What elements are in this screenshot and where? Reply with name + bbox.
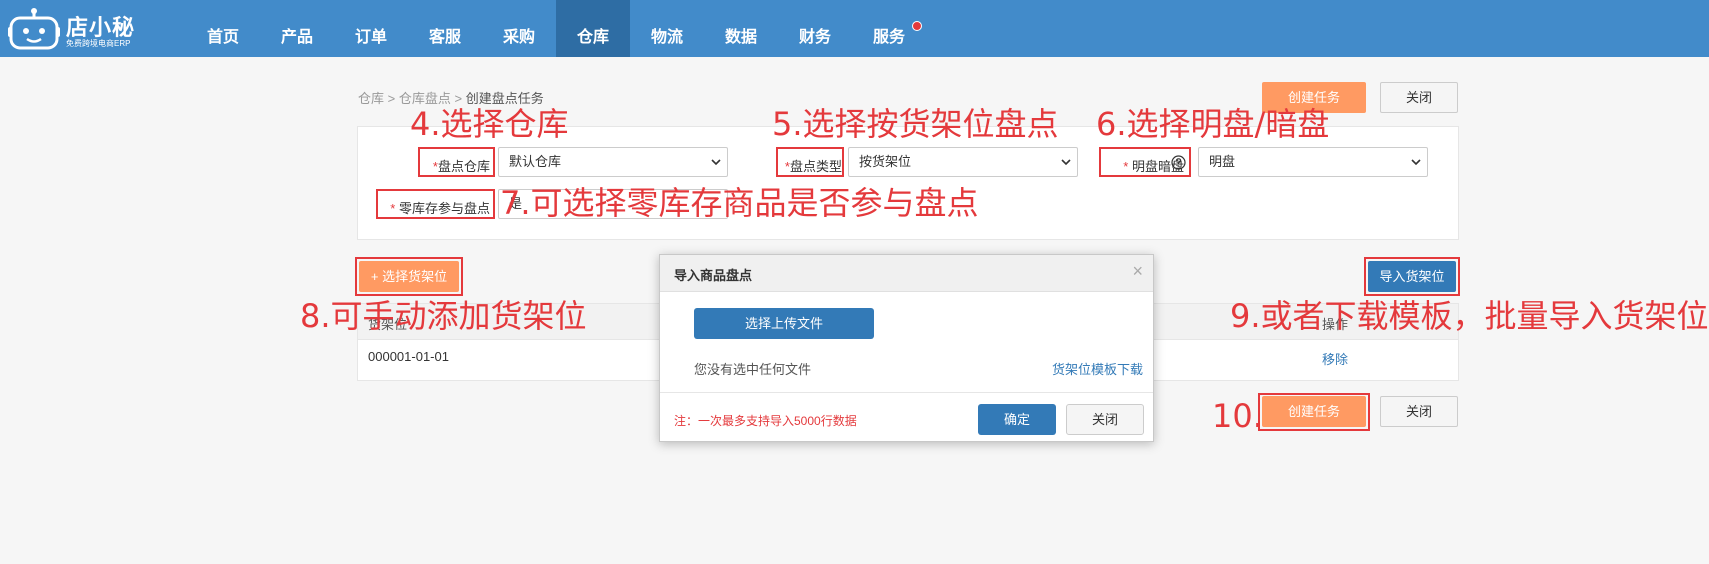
annotation-step-6: 6.选择明盘/暗盘 [1096,105,1330,143]
breadcrumb-separator: > [384,91,399,106]
nav-item-warehouse[interactable]: 仓库 [556,0,630,57]
annotation-step-10: 10. [1212,397,1263,435]
warehouse-select[interactable]: 默认仓库 [498,147,728,177]
annotation-step-7: 7.可选择零库存商品是否参与盘点 [500,184,979,222]
chevron-down-icon [1061,159,1071,166]
nav-item-logistics[interactable]: 物流 [630,0,704,57]
nav-label: 财务 [798,29,831,46]
breadcrumb-current: 创建盘点任务 [465,91,544,106]
breadcrumb-warehouse[interactable]: 仓库 [358,91,384,106]
choose-file-button[interactable]: 选择上传文件 [694,308,874,339]
nav-label: 采购 [502,29,535,46]
nav-label: 物流 [650,29,683,46]
stocktake-type-select[interactable]: 按货架位 [848,147,1078,177]
robot-logo-icon [8,8,60,50]
import-modal: 导入商品盘点 × 选择上传文件 您没有选中任何文件 货架位模板下载 注：一次最多… [659,254,1154,442]
highlight-type-label [776,147,844,177]
type-select-value: 按货架位 [859,154,912,169]
nav-item-finance[interactable]: 财务 [778,0,852,57]
annotation-step-5: 5.选择按货架位盘点 [772,105,1059,143]
nav-label: 服务 [872,29,905,46]
top-navbar: 店小秘 免费跨境电商ERP 首页 产品 订单 客服 采购 仓库 物流 数据 财务… [0,0,1709,57]
breadcrumb-separator: > [450,91,466,106]
nav-item-purchase[interactable]: 采购 [482,0,556,57]
modal-divider [660,392,1153,393]
breadcrumb-stocktake[interactable]: 仓库盘点 [399,91,451,106]
chevron-down-icon [1411,159,1421,166]
highlight-zero-stock-label [376,189,495,219]
chevron-down-icon [711,159,721,166]
nav-label: 仓库 [576,29,609,46]
nav-label: 客服 [428,29,461,46]
highlight-create-task-button [1258,393,1370,431]
annotation-step-8: 8.可手动添加货架位 [300,297,587,335]
notification-dot [912,21,922,31]
nav-item-service[interactable]: 客服 [408,0,482,57]
warehouse-select-value: 默认仓库 [509,154,562,169]
nav-label: 产品 [280,29,313,46]
form-card [357,126,1459,240]
no-file-text: 您没有选中任何文件 [694,362,812,377]
highlight-select-shelf-button [355,257,463,296]
nav-label: 首页 [206,29,239,46]
nav-item-products[interactable]: 产品 [260,0,334,57]
template-download-link[interactable]: 货架位模板下载 [1052,359,1143,378]
shelf-cell: 000001-01-01 [368,349,449,364]
highlight-warehouse-label [418,147,495,177]
nav-label: 数据 [724,29,757,46]
confirm-button[interactable]: 确定 [978,404,1056,435]
import-limit-note: 注：一次最多支持导入5000行数据 [674,414,857,428]
annotation-step-9: 9.或者下载模板，批量导入货架位 [1230,297,1709,335]
remove-link[interactable]: 移除 [1322,349,1348,368]
nav-item-data[interactable]: 数据 [704,0,778,57]
brand-logo[interactable]: 店小秘 免费跨境电商ERP [6,4,136,52]
modal-header: 导入商品盘点 × [660,255,1153,292]
nav-label: 订单 [354,29,387,46]
close-button-top[interactable]: 关闭 [1380,82,1458,113]
visibility-mode-select[interactable]: 明盘 [1198,147,1428,177]
highlight-import-shelf-button [1364,257,1460,296]
annotation-step-4: 4.选择仓库 [410,105,569,143]
highlight-mode-label [1099,147,1191,177]
modal-close-button[interactable]: 关闭 [1066,404,1144,435]
nav-item-home[interactable]: 首页 [186,0,260,57]
close-button-bottom[interactable]: 关闭 [1380,396,1458,427]
brand-tagline: 免费跨境电商ERP [66,39,131,48]
close-icon[interactable]: × [1132,261,1143,282]
modal-title: 导入商品盘点 [674,268,753,283]
nav-item-orders[interactable]: 订单 [334,0,408,57]
mode-select-value: 明盘 [1209,154,1236,169]
